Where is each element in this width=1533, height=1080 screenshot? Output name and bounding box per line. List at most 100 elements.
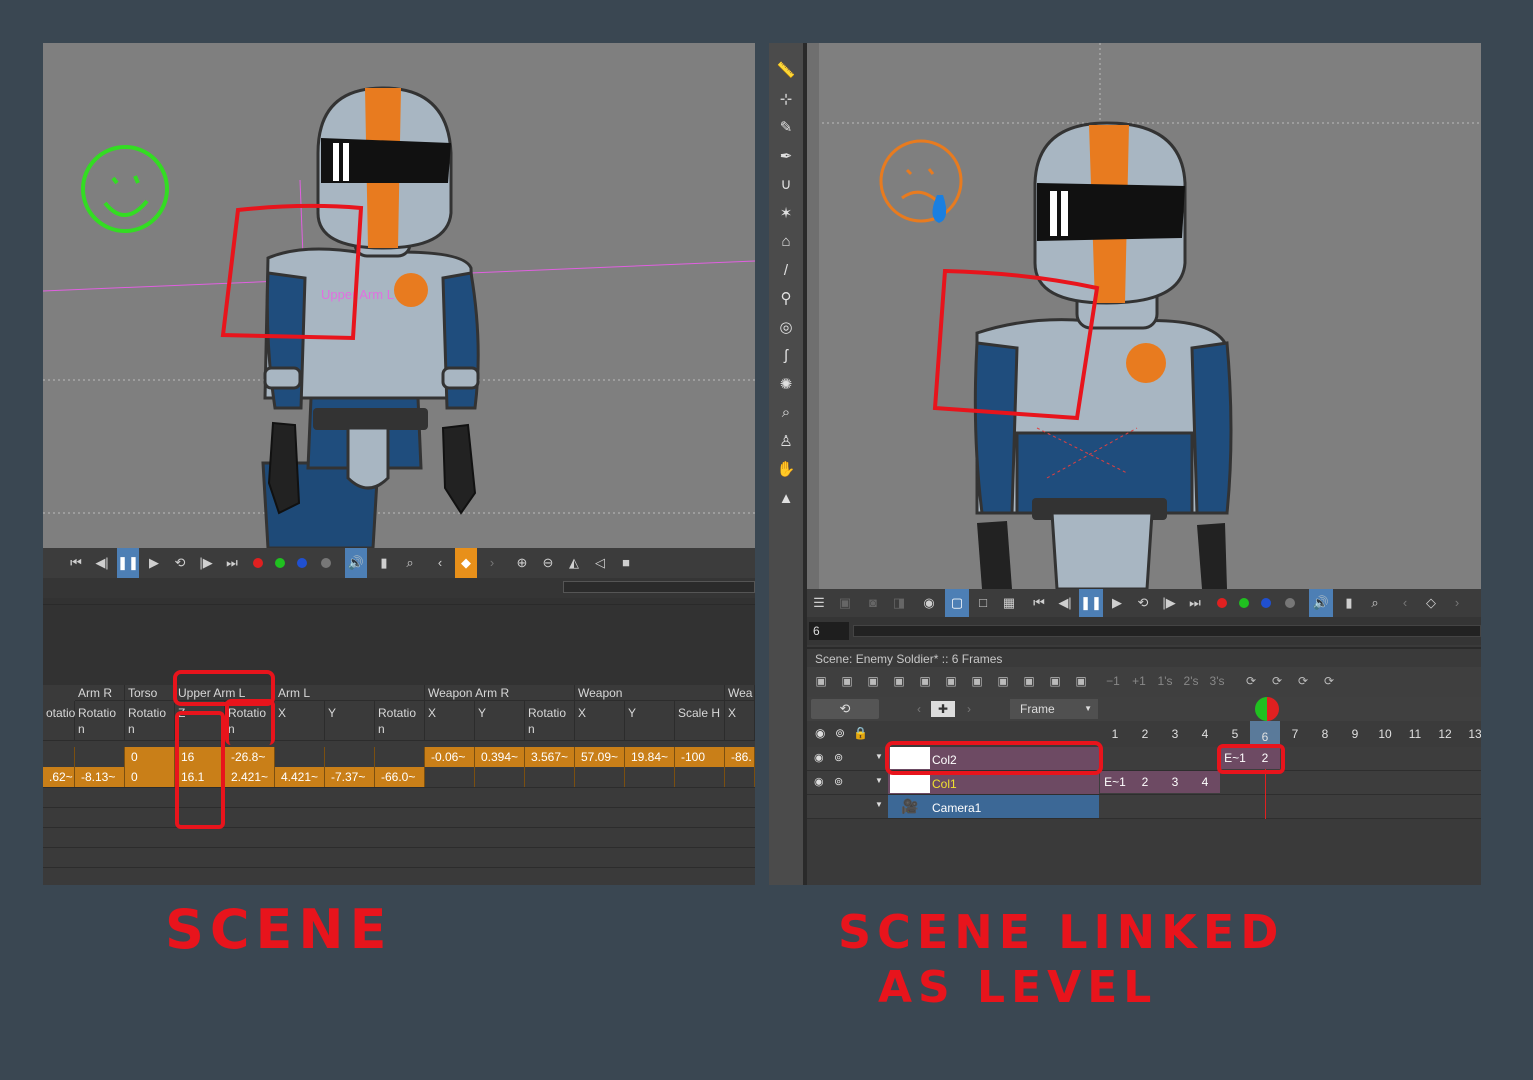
bg-white-icon[interactable]: ▢ xyxy=(945,589,969,617)
prev-frame-icon[interactable]: ◀| xyxy=(1053,589,1077,617)
xsheet-cell[interactable]: -66.0~ xyxy=(375,767,425,787)
xsheet-group-header[interactable]: Weapon xyxy=(575,685,725,701)
chevron-down-icon[interactable]: ▼ xyxy=(875,800,883,809)
new-level-icon[interactable]: ▣ xyxy=(811,671,831,691)
lock-cells-icon[interactable]: ▣ xyxy=(993,671,1013,691)
xsheet-cell[interactable] xyxy=(625,767,675,787)
next-key-icon[interactable]: › xyxy=(481,548,503,578)
xsheet-channel-header[interactable]: Rotatio n xyxy=(375,701,425,741)
zoom-out-icon[interactable]: ⊖ xyxy=(537,548,559,578)
chevron-down-icon[interactable]: ▼ xyxy=(875,752,883,761)
xsheet-channel-header[interactable]: Y xyxy=(475,701,525,741)
xsheet-cell[interactable]: 2.421~ xyxy=(225,767,275,787)
step-button[interactable]: 3's xyxy=(1207,671,1227,691)
frame-mode-select[interactable]: Frame ▼ xyxy=(1010,699,1098,719)
xsheet-channel-header[interactable]: Rotatio n xyxy=(75,701,125,741)
xsheet-channel-header[interactable]: X xyxy=(425,701,475,741)
histogram-icon[interactable]: ▮ xyxy=(373,548,395,578)
play-icon[interactable]: ▶ xyxy=(143,548,165,578)
scene-viewer[interactable]: Upper Arm L xyxy=(43,43,755,548)
step-button[interactable]: −1 xyxy=(1103,671,1123,691)
camstand-toggle-icon[interactable]: ⊚ xyxy=(834,776,846,788)
toggle-orientation-icon[interactable]: ⟲ xyxy=(811,699,879,719)
compare-icon[interactable]: ◨ xyxy=(887,589,911,617)
xsheet-cell[interactable]: 4 xyxy=(1190,771,1220,793)
eye-toggle-icon[interactable]: ◉ xyxy=(814,776,826,788)
export-icon[interactable]: ▣ xyxy=(915,671,935,691)
xsheet-cell[interactable]: E~1 xyxy=(1100,771,1130,793)
duplicate-icon[interactable]: ▣ xyxy=(1019,671,1039,691)
frame-number[interactable]: 4 xyxy=(1190,727,1220,741)
add-layer-icon[interactable]: ✚ xyxy=(931,701,955,717)
eye-toggle-icon[interactable]: ◉ xyxy=(814,752,826,764)
xsheet-cell[interactable]: .62~ xyxy=(43,767,75,787)
menu-icon[interactable]: ☰ xyxy=(807,589,831,617)
image-icon[interactable]: ▣ xyxy=(837,671,857,691)
import-icon[interactable]: ▣ xyxy=(889,671,909,691)
rotate-icon[interactable]: ♙ xyxy=(769,428,803,456)
xsheet-cell[interactable]: 3 xyxy=(1160,771,1190,793)
onion-skin-icon[interactable] xyxy=(1255,697,1279,721)
xsheet-channel-header[interactable]: otatio xyxy=(43,701,75,741)
green-channel-icon[interactable] xyxy=(1239,598,1249,608)
xsheet-cell[interactable] xyxy=(75,747,125,767)
stopwatch-icon[interactable]: ▣ xyxy=(1045,671,1065,691)
frame-number[interactable]: 9 xyxy=(1340,727,1370,741)
frame-number[interactable]: 2 xyxy=(1130,727,1160,741)
skeleton-icon[interactable]: ✶ xyxy=(769,200,803,228)
sound-icon[interactable]: 🔊 xyxy=(345,548,367,578)
target-icon[interactable]: ◎ xyxy=(769,314,803,342)
xsheet-cell[interactable]: -7.37~ xyxy=(325,767,375,787)
chevron-down-icon[interactable]: ▼ xyxy=(875,776,883,785)
plastic-icon[interactable]: ✺ xyxy=(769,371,803,399)
first-frame-icon[interactable]: ⏮ xyxy=(65,548,87,578)
frame-number[interactable]: 5 xyxy=(1220,727,1250,741)
align-icon[interactable]: ▣ xyxy=(1071,671,1091,691)
xsheet-group-header[interactable]: Torso xyxy=(125,685,175,701)
xsheet-cell[interactable] xyxy=(325,747,375,767)
knife-icon[interactable]: / xyxy=(769,257,803,285)
pause-icon[interactable]: ❚❚ xyxy=(117,548,139,578)
step-button[interactable]: 1's xyxy=(1155,671,1175,691)
frame-number[interactable]: 12 xyxy=(1430,727,1460,741)
random-icon[interactable]: ⟳ xyxy=(1319,671,1339,691)
first-frame-icon[interactable]: ⏮ xyxy=(1027,589,1051,617)
play-icon[interactable]: ▶ xyxy=(1105,589,1129,617)
frame-number[interactable]: 10 xyxy=(1370,727,1400,741)
xsheet-group-header[interactable]: Weapon Arm R xyxy=(425,685,575,701)
alpha-channel-icon[interactable] xyxy=(321,558,331,568)
step-button[interactable]: 2's xyxy=(1181,671,1201,691)
xsheet-cell[interactable] xyxy=(675,767,725,787)
pause-icon[interactable]: ❚❚ xyxy=(1079,589,1103,617)
zoom-icon[interactable]: ⌕ xyxy=(399,548,421,578)
xsheet-cell[interactable] xyxy=(475,767,525,787)
eye-toggle-icon[interactable] xyxy=(814,800,826,812)
xsheet-cell[interactable] xyxy=(275,747,325,767)
xsheet-channel-header[interactable]: X xyxy=(725,701,755,741)
zoom-in-icon[interactable]: ⊕ xyxy=(511,548,533,578)
xsheet-cell[interactable]: 2 xyxy=(1130,771,1160,793)
xsheet-cell[interactable] xyxy=(575,767,625,787)
collapse-icon[interactable]: ▲ xyxy=(769,485,803,513)
xsheet-group-header[interactable]: Arm R xyxy=(75,685,125,701)
prev-frame-icon[interactable]: ◀| xyxy=(91,548,113,578)
lock-icon[interactable]: 🔒 xyxy=(853,726,868,740)
xsheet-channel-header[interactable]: Y xyxy=(325,701,375,741)
xsheet-cell[interactable]: 3.567~ xyxy=(525,747,575,767)
xsheet-cell[interactable]: -8.13~ xyxy=(75,767,125,787)
zoom-icon[interactable]: ⌕ xyxy=(1363,589,1387,617)
frame-number[interactable]: 8 xyxy=(1310,727,1340,741)
swing-icon[interactable]: ⟳ xyxy=(1267,671,1287,691)
xsheet-cell[interactable]: 19.84~ xyxy=(625,747,675,767)
xsheet-cell[interactable]: 4.421~ xyxy=(275,767,325,787)
camstand-toggle-icon[interactable]: ⊚ xyxy=(834,752,846,764)
flip-h-icon[interactable]: ◭ xyxy=(563,548,585,578)
green-channel-icon[interactable] xyxy=(275,558,285,568)
xsheet-cell[interactable]: 0 xyxy=(125,747,175,767)
scene-viewer[interactable] xyxy=(807,43,1481,589)
step-button[interactable]: +1 xyxy=(1129,671,1149,691)
flip-icon[interactable]: ⟳ xyxy=(1293,671,1313,691)
next-key-icon[interactable]: › xyxy=(1445,589,1469,617)
animate-tool-icon[interactable]: ⊹ xyxy=(769,86,803,114)
xsheet-cell[interactable] xyxy=(725,767,755,787)
